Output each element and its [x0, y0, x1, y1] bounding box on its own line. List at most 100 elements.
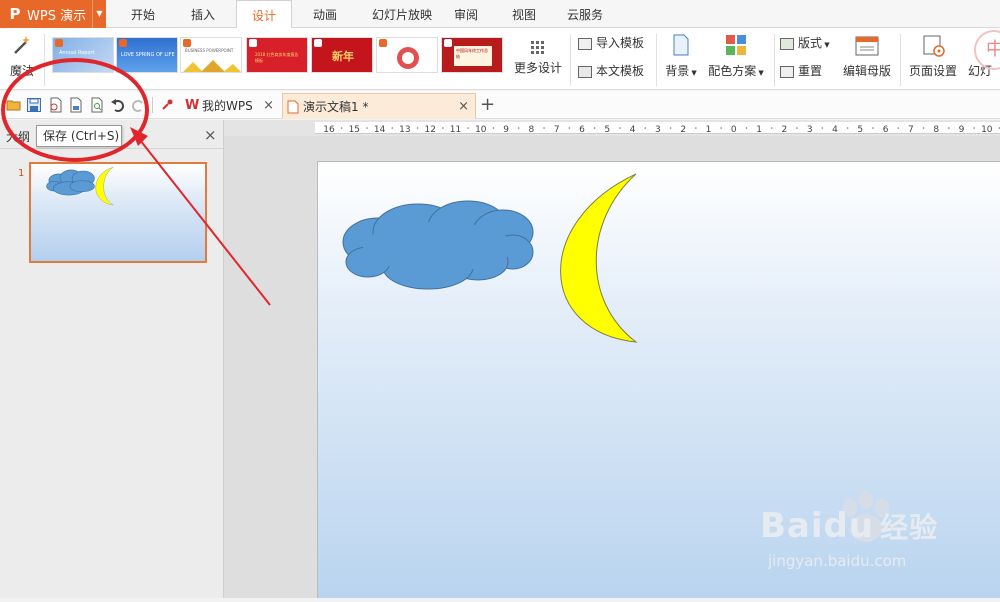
ruler-tick-mark — [593, 127, 596, 129]
watermark-url: jingyan.baidu.com — [768, 552, 907, 570]
ruler-tick-label: 2 — [782, 125, 788, 134]
save-tooltip: 保存 (Ctrl+S) — [36, 125, 122, 147]
ruler-tick-label: 1 — [706, 125, 712, 134]
magic-wand-icon — [14, 36, 30, 54]
tab-animation[interactable]: 动画 — [300, 0, 350, 28]
ruler-tick-mark — [745, 127, 748, 129]
text-template-button[interactable]: 本文模板 — [578, 62, 652, 80]
quick-access-toolbar: W 我的WPS × 演示文稿1 * × + — [0, 91, 1000, 119]
import-icon — [578, 37, 592, 50]
background-button[interactable]: 背景 ▼ — [660, 32, 702, 84]
slide-thumb-shapes — [46, 167, 114, 206]
chevron-down-icon[interactable]: ▼ — [92, 0, 106, 28]
print-preview-icon[interactable] — [89, 97, 105, 113]
save-icon[interactable] — [26, 97, 42, 113]
background-icon — [673, 34, 689, 56]
slide-panel: 大纲 × 1 — [0, 120, 224, 598]
reset-button[interactable]: 重置 — [780, 62, 838, 80]
ruler-tick-label: 5 — [604, 125, 610, 134]
ruler-tick-mark — [897, 127, 900, 129]
ruler-tick-mark — [720, 127, 722, 129]
ruler-tick-mark — [568, 127, 571, 129]
design-thumb[interactable]: 中国风年终工作总结 — [441, 37, 503, 73]
close-icon[interactable]: × — [204, 126, 217, 144]
redo-icon[interactable] — [130, 97, 146, 113]
pin-icon[interactable] — [160, 97, 176, 113]
ruler-tick-mark — [821, 127, 824, 129]
ruler-tick-mark — [669, 127, 672, 129]
undo-icon[interactable] — [110, 97, 126, 113]
design-thumb[interactable]: 2018 红色商务年度报告模板 — [246, 37, 308, 73]
slide-thumbnail[interactable] — [29, 162, 207, 263]
more-designs-button[interactable]: 更多设计 — [510, 38, 566, 82]
close-icon[interactable]: × — [458, 94, 469, 120]
cloud-shape — [46, 169, 95, 196]
presentation-file-icon — [287, 100, 299, 114]
ruler-tick-label: 7 — [908, 125, 914, 134]
ruler-tick-label: 10 — [981, 125, 993, 134]
magic-button[interactable]: 魔法 — [4, 32, 40, 84]
ruler-tick-mark — [846, 127, 849, 129]
outline-tab[interactable]: 大纲 — [6, 128, 30, 145]
tab-presentation1[interactable]: 演示文稿1 * × — [282, 93, 476, 119]
design-thumb[interactable]: Annual Report — [52, 37, 114, 73]
edit-master-label: 编辑母版 — [842, 64, 891, 78]
design-thumb[interactable]: BUSINESS POWERPOINT — [180, 37, 242, 73]
import-template-button[interactable]: 导入模板 — [578, 34, 652, 52]
baidu-watermark: Baidu 经验 jingyan.baidu.com — [760, 490, 1000, 598]
watermark-brand-cn: 经验 — [880, 511, 939, 544]
ruler-tick-mark — [442, 127, 444, 129]
edit-master-button[interactable]: 编辑母版 — [838, 32, 896, 84]
ruler-tick-label: 11 — [450, 125, 461, 134]
tab-view[interactable]: 视图 — [504, 0, 544, 28]
tab-home[interactable]: 开始 — [118, 0, 168, 28]
ruler-tick-label: 6 — [883, 125, 889, 134]
background-label: 背景 — [665, 64, 690, 78]
ruler-tick-mark — [517, 127, 520, 129]
design-thumb[interactable]: LOVE SPRING OF LIFE — [116, 37, 178, 73]
tab-cloud[interactable]: 云服务 — [560, 0, 610, 28]
ribbon: 魔法 Annual Report LOVE SPRING OF LIFE BUS… — [0, 28, 1000, 90]
ruler-tick-mark — [644, 127, 647, 129]
ruler-tick-mark — [416, 127, 419, 129]
tab-my-wps[interactable]: W 我的WPS × — [182, 93, 280, 119]
open-folder-icon[interactable] — [6, 97, 22, 113]
wps-w-icon: W — [185, 98, 200, 113]
tab-slideshow[interactable]: 幻灯片放映 — [360, 0, 444, 28]
grid-icon — [531, 41, 544, 54]
moon-shape — [95, 167, 114, 206]
tab-review[interactable]: 审阅 — [446, 0, 486, 28]
output-pdf-icon[interactable] — [48, 97, 64, 113]
ruler-tick-mark — [543, 127, 545, 129]
ruler-tick-mark — [796, 127, 798, 129]
ruler-tick-label: 4 — [630, 125, 636, 134]
new-tab-button[interactable]: + — [480, 93, 495, 117]
ruler-tick-label: 8 — [529, 125, 535, 134]
ruler-tick-label: 5 — [857, 125, 863, 134]
page-setup-button[interactable]: 页面设置 — [904, 32, 962, 84]
tab-insert[interactable]: 插入 — [178, 0, 228, 28]
template-icon — [578, 65, 592, 78]
color-scheme-button[interactable]: 配色方案 ▼ — [704, 32, 768, 84]
close-icon[interactable]: × — [263, 93, 274, 119]
ruler-tick-mark — [948, 127, 950, 129]
ruler-tick-mark — [619, 127, 621, 129]
app-menu-button[interactable]: P WPS 演示 ▼ — [0, 0, 106, 28]
ruler-tick-label: 9 — [959, 125, 965, 134]
ruler-tick-mark — [695, 127, 697, 129]
slide-number: 1 — [18, 168, 25, 179]
moon-shape[interactable] — [560, 173, 638, 343]
ruler-tick-mark — [391, 127, 394, 129]
design-thumb[interactable]: 新年 — [311, 37, 373, 73]
cloud-shape[interactable] — [342, 200, 534, 290]
layout-button[interactable]: 版式 ▼ — [780, 34, 838, 52]
ruler-tick-label: 10 — [475, 125, 487, 134]
ruler-tick-mark — [922, 127, 925, 129]
ruler-tick-label: 1 — [756, 125, 762, 134]
print-icon[interactable] — [68, 97, 84, 113]
tab-design[interactable]: 设计 — [236, 0, 292, 29]
design-thumb[interactable] — [376, 37, 438, 73]
more-designs-label: 更多设计 — [513, 61, 562, 75]
wps-logo-icon: P — [9, 5, 21, 23]
ruler-tick-label: 9 — [503, 125, 509, 134]
